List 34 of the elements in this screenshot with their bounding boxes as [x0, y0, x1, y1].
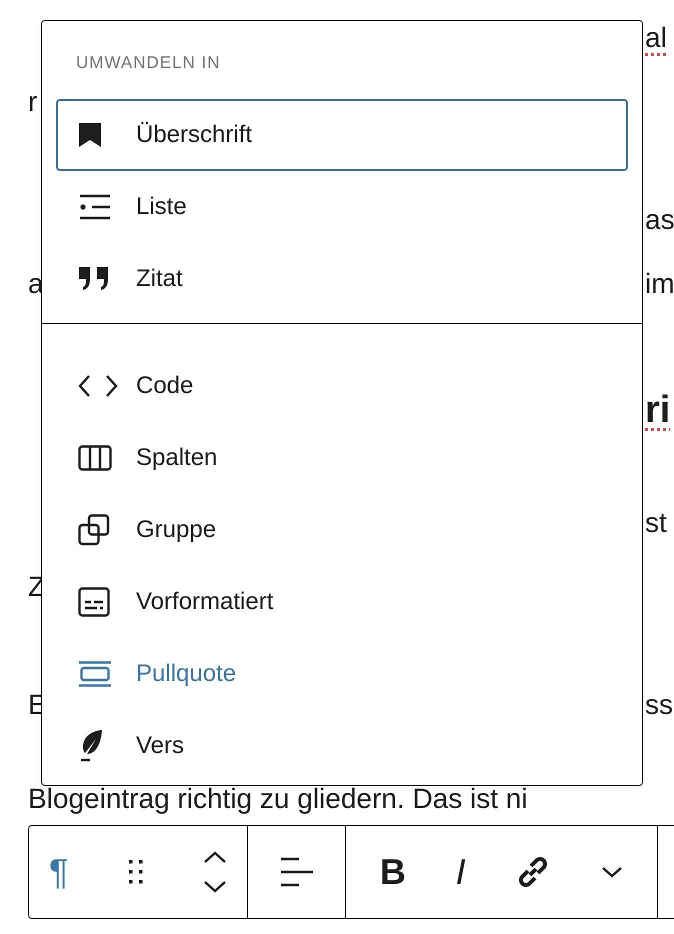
paragraph-button[interactable]: ¶	[41, 847, 76, 897]
body-text: im	[645, 268, 674, 300]
body-text: r	[28, 86, 38, 117]
columns-icon	[78, 445, 112, 471]
list-icon	[78, 194, 112, 220]
body-text: al	[645, 22, 667, 54]
quote-icon	[78, 266, 110, 292]
preformatted-icon	[78, 587, 110, 617]
body-text: as	[645, 204, 674, 236]
align-left-icon	[280, 857, 314, 887]
menu-item[interactable]: Gruppe	[56, 494, 628, 566]
code-icon	[78, 374, 118, 398]
pullquote-icon	[78, 661, 112, 687]
body-text: st	[645, 507, 667, 539]
menu-item[interactable]: Vers	[56, 710, 628, 782]
body-text: Blogeintrag richtig zu gliedern. Das ist ni	[28, 783, 529, 815]
menu-item[interactable]: Code	[56, 350, 628, 422]
menu-item[interactable]: Zitat	[56, 243, 628, 315]
menu-item[interactable]: Liste	[56, 171, 628, 243]
bold-button[interactable]: B	[372, 847, 414, 897]
body-text: ss	[645, 689, 673, 721]
heading-text: ri	[645, 388, 670, 432]
chevron-down-icon	[601, 866, 624, 878]
menu-item[interactable]: Überschrift	[56, 99, 628, 171]
group-icon	[78, 514, 110, 546]
menu-item[interactable]: Pullquote	[56, 638, 628, 710]
up-down-chevron-icon	[203, 851, 227, 893]
menu-item[interactable]: Vorformatiert	[56, 566, 628, 638]
feather-icon	[78, 729, 104, 763]
drag-icon	[128, 859, 144, 885]
menu-heading: UMWANDELN IN	[76, 53, 222, 74]
bookmark-icon	[78, 122, 102, 148]
italic-button[interactable]: I	[448, 847, 474, 897]
menu-item[interactable]: Spalten	[56, 422, 628, 494]
